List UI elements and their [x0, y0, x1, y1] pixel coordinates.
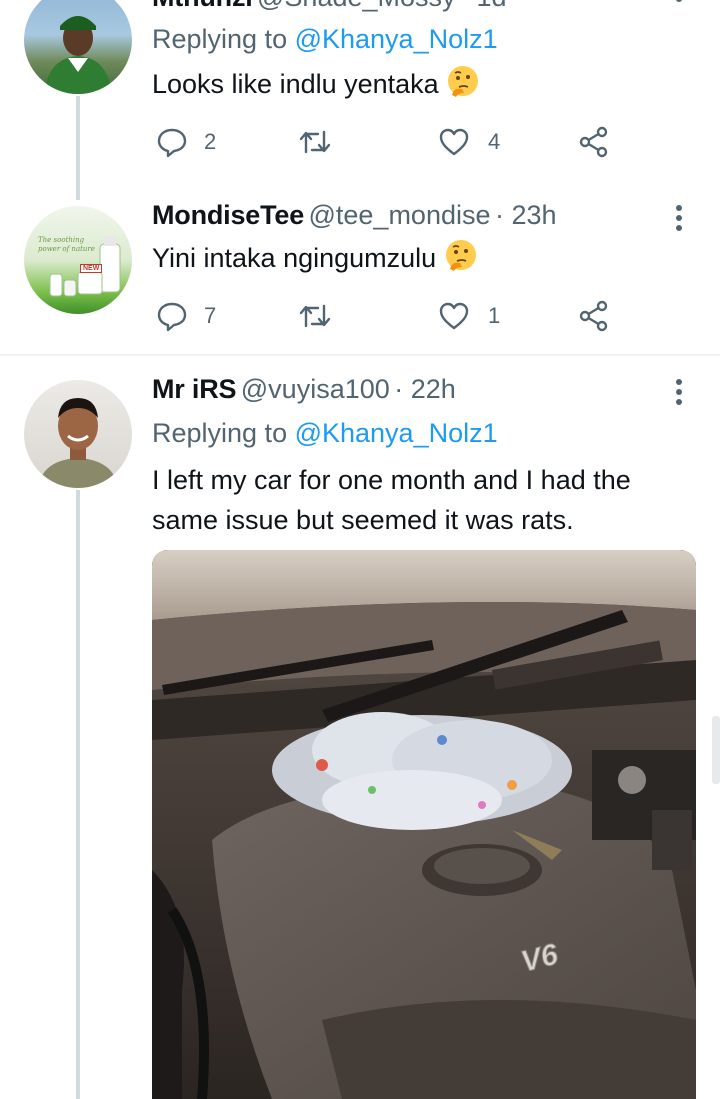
- tweet-text: Yini intaka ngingumzulu: [152, 238, 478, 278]
- heart-icon: [439, 302, 469, 330]
- tweet-text: I left my car for one month and I had th…: [152, 460, 712, 540]
- tweet-header: Mthunzi @Shade_Mossy · 1d: [152, 0, 507, 13]
- avatar-ad-text: The soothing power of nature: [38, 236, 95, 254]
- reply-button[interactable]: 2: [156, 126, 216, 158]
- user-handle[interactable]: @Shade_Mossy: [257, 0, 456, 12]
- more-options-button[interactable]: [672, 0, 686, 8]
- reply-count: 7: [204, 303, 217, 328]
- replying-to: Replying to @Khanya_Nolz1: [152, 24, 498, 55]
- replying-prefix: Replying to: [152, 24, 295, 54]
- product-ad-image: [49, 236, 121, 297]
- share-button[interactable]: [578, 300, 610, 332]
- retweet-button[interactable]: [298, 300, 332, 332]
- reply-icon: [157, 128, 187, 158]
- scrollbar-thumb[interactable]: [712, 716, 720, 784]
- avatar-mthunzi[interactable]: [24, 0, 132, 94]
- like-count: 1: [488, 303, 501, 328]
- tweet-time[interactable]: · 22h: [394, 374, 456, 404]
- avatar-mondisetee[interactable]: The soothing power of nature NEW: [24, 206, 132, 314]
- thread-line: [76, 96, 80, 200]
- replying-to-link[interactable]: @Khanya_Nolz1: [295, 24, 498, 54]
- share-icon: [579, 126, 608, 158]
- reply-button[interactable]: 7: [156, 300, 216, 332]
- tweet-text-line2: same issue but seemed it was rats.: [152, 505, 574, 535]
- avatar-person-illustration: [44, 16, 112, 94]
- heart-icon: [439, 128, 469, 156]
- avatar-person-illustration: [38, 398, 118, 488]
- tweet-text-content: Looks like indlu yentaka: [152, 69, 439, 99]
- user-handle[interactable]: @vuyisa100: [241, 374, 390, 404]
- retweet-icon: [299, 130, 331, 154]
- tweet-time[interactable]: · 23h: [495, 200, 557, 230]
- avatar-text-line2: power of nature: [38, 245, 95, 253]
- tweet-text-content: Yini intaka ngingumzulu: [152, 243, 437, 273]
- user-name[interactable]: Mr iRS: [152, 374, 237, 404]
- more-icon: [676, 205, 682, 231]
- more-icon: [676, 0, 682, 2]
- tweet-header: MondiseTee @tee_mondise · 23h: [152, 200, 557, 231]
- like-count: 4: [488, 129, 501, 154]
- replying-prefix: Replying to: [152, 418, 295, 448]
- user-handle[interactable]: @tee_mondise: [308, 200, 490, 230]
- thinking-face-icon: [448, 66, 479, 97]
- replying-to: Replying to @Khanya_Nolz1: [152, 418, 498, 449]
- like-button[interactable]: 4: [438, 126, 500, 158]
- retweet-button[interactable]: [298, 126, 332, 158]
- thinking-face-icon: [445, 240, 476, 271]
- retweet-icon: [299, 304, 331, 328]
- replying-to-link[interactable]: @Khanya_Nolz1: [295, 418, 498, 448]
- share-button[interactable]: [578, 126, 610, 158]
- thread-line: [76, 490, 80, 1099]
- more-options-button[interactable]: [672, 378, 686, 408]
- more-options-button[interactable]: [672, 204, 686, 234]
- share-icon: [579, 300, 608, 332]
- avatar-text-line1: The soothing: [38, 236, 85, 244]
- user-name[interactable]: MondiseTee: [152, 200, 304, 230]
- more-icon: [676, 379, 682, 405]
- reply-icon: [157, 302, 187, 332]
- engine-bay-photo: V6: [152, 550, 696, 1099]
- tweet-media-photo[interactable]: V6: [152, 550, 696, 1099]
- tweet-text-line1: I left my car for one month and I had th…: [152, 465, 631, 495]
- tweet-divider: [0, 354, 720, 356]
- tweet-header: Mr iRS @vuyisa100 · 22h: [152, 374, 456, 405]
- tweet-time[interactable]: · 1d: [460, 0, 507, 12]
- avatar-new-badge: NEW: [80, 264, 103, 273]
- reply-count: 2: [204, 129, 217, 154]
- tweet-text: Looks like indlu yentaka: [152, 64, 480, 104]
- user-name[interactable]: Mthunzi: [152, 0, 253, 12]
- like-button[interactable]: 1: [438, 300, 500, 332]
- avatar-mr-irs[interactable]: [24, 380, 132, 488]
